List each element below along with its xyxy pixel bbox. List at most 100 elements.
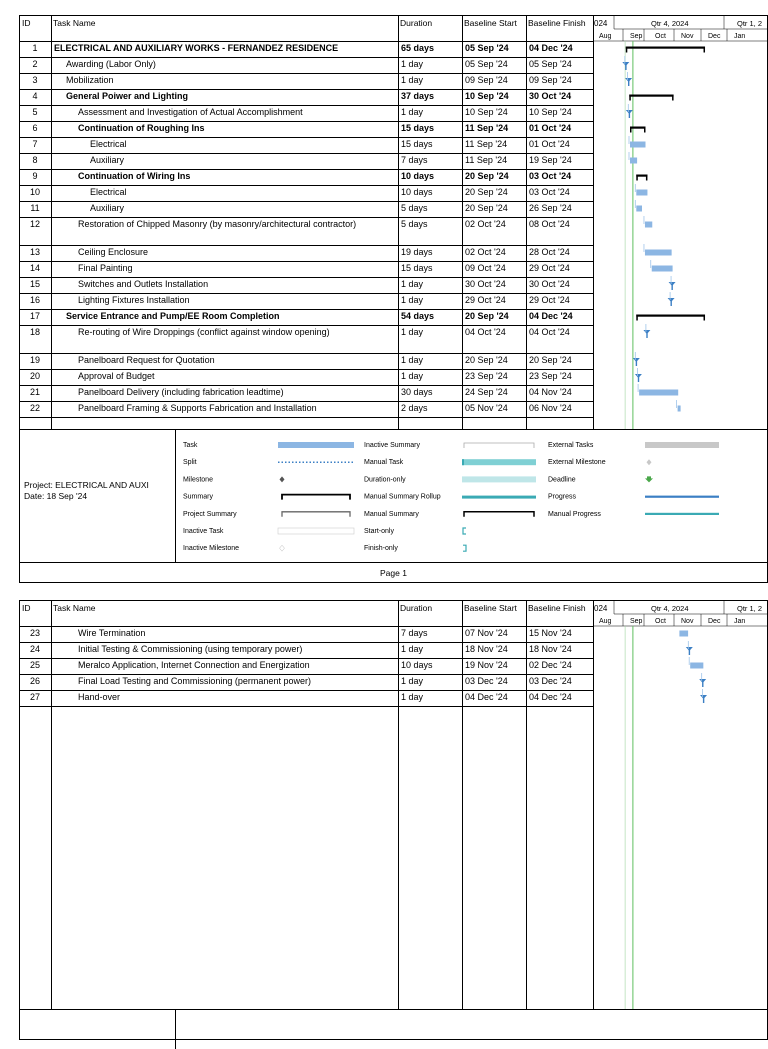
column-divider	[398, 601, 399, 1009]
task-baseline-finish: 03 Dec '24	[529, 676, 572, 686]
task-duration: 1 day	[401, 371, 424, 381]
task-id: 20	[29, 371, 40, 381]
task-id: 16	[29, 295, 40, 305]
task-duration: 19 days	[401, 247, 433, 257]
task-bar	[651, 265, 673, 272]
task-name: Panelboard Request for Quotation	[78, 355, 215, 365]
task-baseline-finish: 18 Nov '24	[529, 644, 572, 654]
summary-bar-cap	[625, 46, 628, 53]
milestone-stem	[670, 301, 672, 306]
task-id: 18	[29, 327, 40, 337]
task-baseline-finish: 01 Oct '24	[529, 139, 570, 149]
row-divider	[20, 385, 593, 386]
task-baseline-finish: 19 Sep '24	[529, 155, 572, 165]
task-name: Mobilization	[66, 75, 114, 85]
legend-duration-only-symbol	[462, 476, 536, 483]
task-baseline-start: 20 Sep '24	[465, 187, 508, 197]
timescale-month: Dec	[708, 618, 721, 625]
task-baseline-start: 24 Sep '24	[465, 387, 508, 397]
task-duration: 1 day	[401, 327, 424, 337]
task-bar	[636, 189, 648, 196]
legend-label: Manual Progress	[548, 511, 601, 518]
summary-bar	[625, 46, 706, 49]
legend-divider	[175, 429, 176, 562]
legend-label: Duration-only	[364, 476, 406, 483]
gantt-chart-page-1: 024 Qtr 4, 2024 Qtr 1, 2 Aug Sep Oct Nov Dec Jan	[593, 16, 768, 429]
row-divider	[20, 293, 593, 294]
summary-bar-cap	[672, 94, 674, 101]
task-baseline-finish: 02 Dec '24	[529, 660, 572, 670]
task-baseline-finish: 30 Oct '24	[529, 91, 572, 101]
summary-bar-cap	[636, 314, 638, 321]
summary-bar-cap	[703, 46, 706, 53]
col-header-name-label: Task Name	[53, 18, 96, 28]
row-divider	[20, 185, 593, 186]
legend-bottom-border	[20, 562, 768, 563]
task-baseline-finish: 04 Oct '24	[529, 327, 570, 337]
header-divider	[20, 41, 593, 42]
task-baseline-start: 04 Dec '24	[465, 692, 508, 702]
task-id: 5	[32, 107, 38, 117]
task-id: 19	[29, 355, 40, 365]
row-divider	[20, 309, 593, 310]
task-duration: 54 days	[401, 311, 435, 321]
legend-label: Manual Summary Rollup	[364, 494, 441, 501]
task-name: Initial Testing & Commissioning (using t…	[78, 644, 303, 654]
task-id: 9	[32, 171, 38, 181]
legend-label: Project Summary	[183, 511, 237, 518]
task-baseline-start: 11 Sep '24	[465, 123, 509, 133]
row-divider	[20, 353, 593, 354]
timescale-month: Nov	[681, 33, 694, 40]
legend-symbols: Task Split Milestone Summary Project Summary…	[183, 442, 719, 552]
legend-inactive-milestone-symbol	[279, 544, 285, 552]
col-header-baseline-finish-label: Baseline Finish	[528, 18, 586, 28]
task-baseline-start: 11 Sep '24	[465, 139, 508, 149]
task-bar	[630, 157, 638, 164]
row-divider	[20, 73, 593, 74]
task-bar	[644, 221, 653, 228]
task-baseline-start: 10 Sep '24	[465, 91, 509, 101]
task-baseline-start: 04 Oct '24	[465, 327, 506, 337]
task-baseline-finish: 01 Oct '24	[529, 123, 572, 133]
task-id: 2	[32, 59, 38, 69]
task-baseline-finish: 23 Sep '24	[529, 371, 572, 381]
task-name: Hand-over	[78, 692, 121, 702]
legend-block: Project: ELECTRICAL AND AUXI Date: 18 Se…	[20, 430, 768, 561]
col-header-baseline-finish: Baseline Finish	[526, 16, 592, 41]
task-baseline-start: 11 Sep '24	[465, 155, 508, 165]
column-divider	[462, 601, 463, 1009]
task-baseline-finish: 03 Oct '24	[529, 187, 570, 197]
row-divider	[20, 153, 593, 154]
col-header-baseline-finish-label-p2: Baseline Finish	[528, 603, 586, 613]
col-header-id: ID	[20, 16, 50, 41]
legend-label: Inactive Task	[183, 528, 224, 535]
row-divider	[20, 121, 593, 122]
task-baseline-start: 20 Sep '24	[465, 355, 508, 365]
column-divider	[526, 601, 527, 1009]
task-duration: 1 day	[401, 676, 424, 686]
legend-label: Inactive Milestone	[183, 545, 239, 552]
timescale-quarter-next: Qtr 1, 2	[737, 604, 762, 613]
col-header-baseline-finish-p2: Baseline Finish	[526, 601, 592, 626]
milestone-stem	[637, 377, 640, 382]
task-id: 21	[29, 387, 40, 397]
task-name: Final Load Testing and Commissioning (pe…	[78, 676, 311, 686]
task-name: Panelboard Delivery (including fabricati…	[78, 387, 284, 397]
task-duration: 1 day	[401, 644, 424, 654]
task-name: Lighting Fixtures Installation	[78, 295, 190, 305]
task-duration: 1 day	[401, 75, 424, 85]
task-name: Continuation of Wiring Ins	[78, 171, 191, 181]
task-baseline-finish: 09 Sep '24	[529, 75, 572, 85]
task-id: 1	[32, 43, 38, 53]
legend-project-summary-symbol	[281, 511, 351, 517]
row-divider	[20, 417, 593, 418]
col-header-id-label-p2: ID	[22, 603, 31, 613]
task-baseline-finish: 29 Oct '24	[529, 263, 570, 273]
task-name: Approval of Budget	[78, 371, 155, 381]
milestone-stem	[702, 698, 705, 703]
legend-label: Progress	[548, 494, 577, 501]
summary-bar	[629, 94, 674, 97]
task-baseline-start: 10 Sep '24	[465, 107, 508, 117]
task-baseline-start: 07 Nov '24	[465, 628, 508, 638]
column-divider	[51, 601, 52, 1009]
